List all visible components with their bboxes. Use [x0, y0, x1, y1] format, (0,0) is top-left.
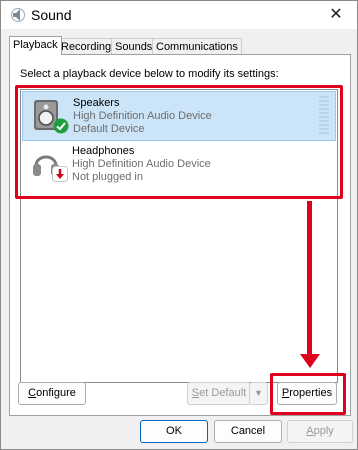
apply-button[interactable]: Apply — [287, 420, 353, 443]
device-list-highlight — [15, 85, 343, 199]
tab-recording[interactable]: Recording — [57, 38, 116, 55]
apply-label: pply — [313, 425, 334, 437]
instruction-text: Select a playback device below to modify… — [20, 68, 279, 80]
title-bar[interactable]: Sound ✕ — [1, 1, 357, 29]
annotation-arrow-shaft — [307, 201, 312, 357]
tab-playback[interactable]: Playback — [9, 36, 62, 55]
annotation-arrow-head-icon — [300, 354, 320, 368]
sound-dialog: Sound ✕ Playback Recording Sounds Commun… — [0, 0, 358, 450]
apply-accesskey: A — [306, 425, 314, 437]
set-default-button[interactable]: Set Default — [187, 382, 251, 405]
configure-button[interactable]: Configure — [18, 382, 86, 405]
configure-accesskey: C — [28, 387, 37, 399]
sound-app-icon — [11, 8, 25, 22]
tab-communications[interactable]: Communications — [152, 38, 242, 55]
ok-button[interactable]: OK — [140, 420, 208, 443]
configure-label: onfigure — [36, 387, 76, 399]
close-button[interactable]: ✕ — [325, 5, 347, 25]
set-default-dropdown[interactable]: ▼ — [249, 382, 268, 405]
properties-highlight — [270, 373, 346, 415]
cancel-button[interactable]: Cancel — [214, 420, 282, 443]
window-title: Sound — [31, 7, 72, 23]
close-icon: ✕ — [329, 6, 343, 23]
set-default-label: et Default — [199, 387, 247, 399]
tab-sounds[interactable]: Sounds — [111, 38, 157, 55]
chevron-down-icon: ▼ — [254, 388, 263, 398]
